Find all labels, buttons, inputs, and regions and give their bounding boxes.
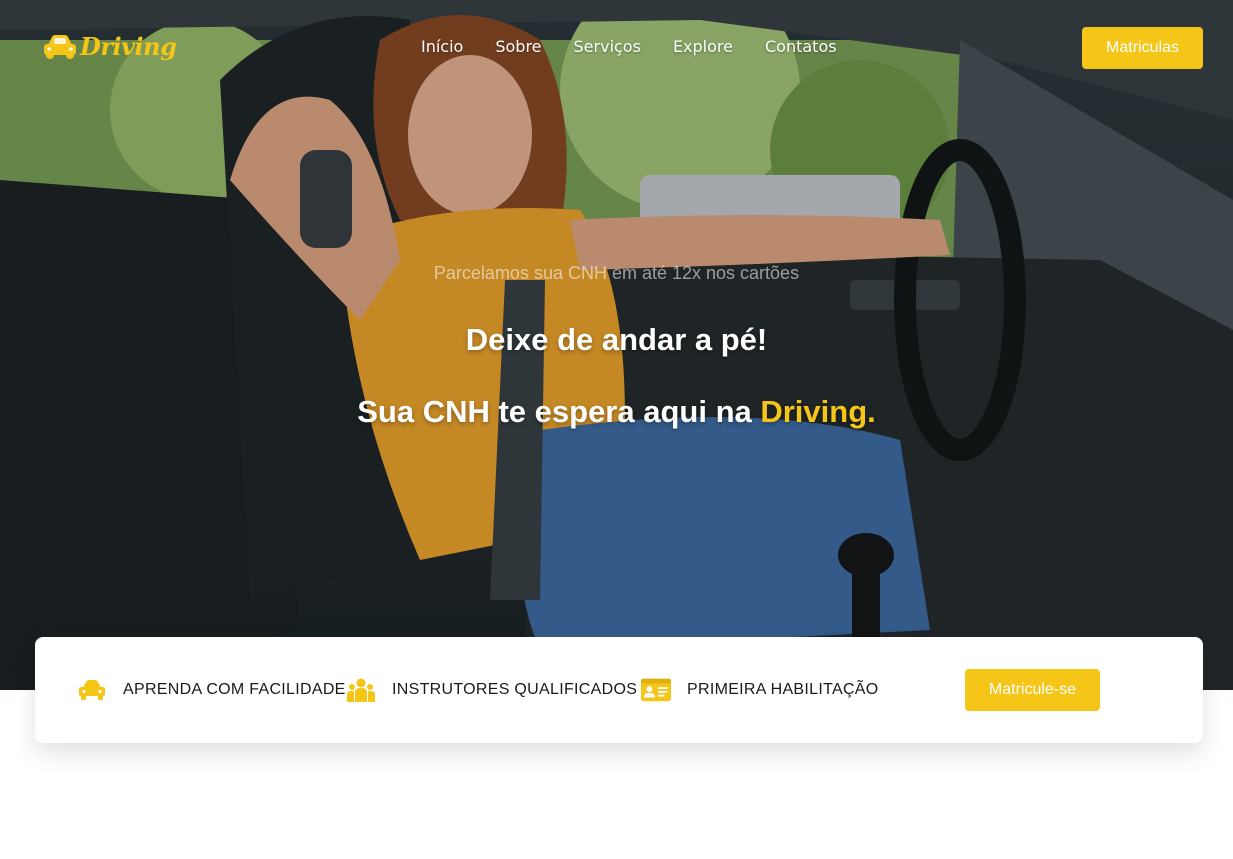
- nav-link-contatos[interactable]: Contatos: [765, 37, 837, 56]
- feature-item: INSTRUTORES QUALIFICADOS: [346, 637, 637, 743]
- feature-label: INSTRUTORES QUALIFICADOS: [392, 681, 638, 698]
- car-icon: [44, 34, 76, 59]
- hero-tagline-text: Sua CNH te espera aqui na: [357, 394, 761, 429]
- hero-subtitle: Parcelamos sua CNH em até 12x nos cartõe…: [433, 263, 800, 283]
- matricule-se-button[interactable]: Matricule-se: [965, 669, 1100, 711]
- nav-link-inicio[interactable]: Início: [421, 37, 463, 56]
- hero-headline: Deixe de andar a pé!: [465, 322, 768, 357]
- nav-link-sobre[interactable]: Sobre: [495, 37, 541, 56]
- main-nav: Início Sobre Serviços Explore Contatos: [421, 37, 837, 56]
- feature-label: PRIMEIRA HABILITAÇÃO: [687, 681, 879, 698]
- feature-item: APRENDA COM FACILIDADE: [77, 637, 346, 743]
- users-icon: [346, 677, 376, 703]
- feature-label: APRENDA COM FACILIDADE: [123, 681, 346, 698]
- nav-link-servicos[interactable]: Serviços: [574, 37, 641, 56]
- feature-item: PRIMEIRA HABILITAÇÃO: [641, 637, 879, 743]
- hero-tagline-brand: Driving.: [760, 394, 876, 429]
- nav-link-explore[interactable]: Explore: [673, 37, 733, 56]
- brand-logo[interactable]: Driving: [42, 32, 177, 61]
- id-card-icon: [641, 677, 671, 703]
- matriculas-button[interactable]: Matriculas: [1082, 27, 1203, 69]
- hero-tagline: Sua CNH te espera aqui na Driving.: [0, 394, 1233, 430]
- car-icon: [77, 677, 107, 703]
- brand-name: Driving: [80, 32, 177, 61]
- features-card: APRENDA COM FACILIDADE INSTRUTORES QUALI…: [35, 637, 1203, 743]
